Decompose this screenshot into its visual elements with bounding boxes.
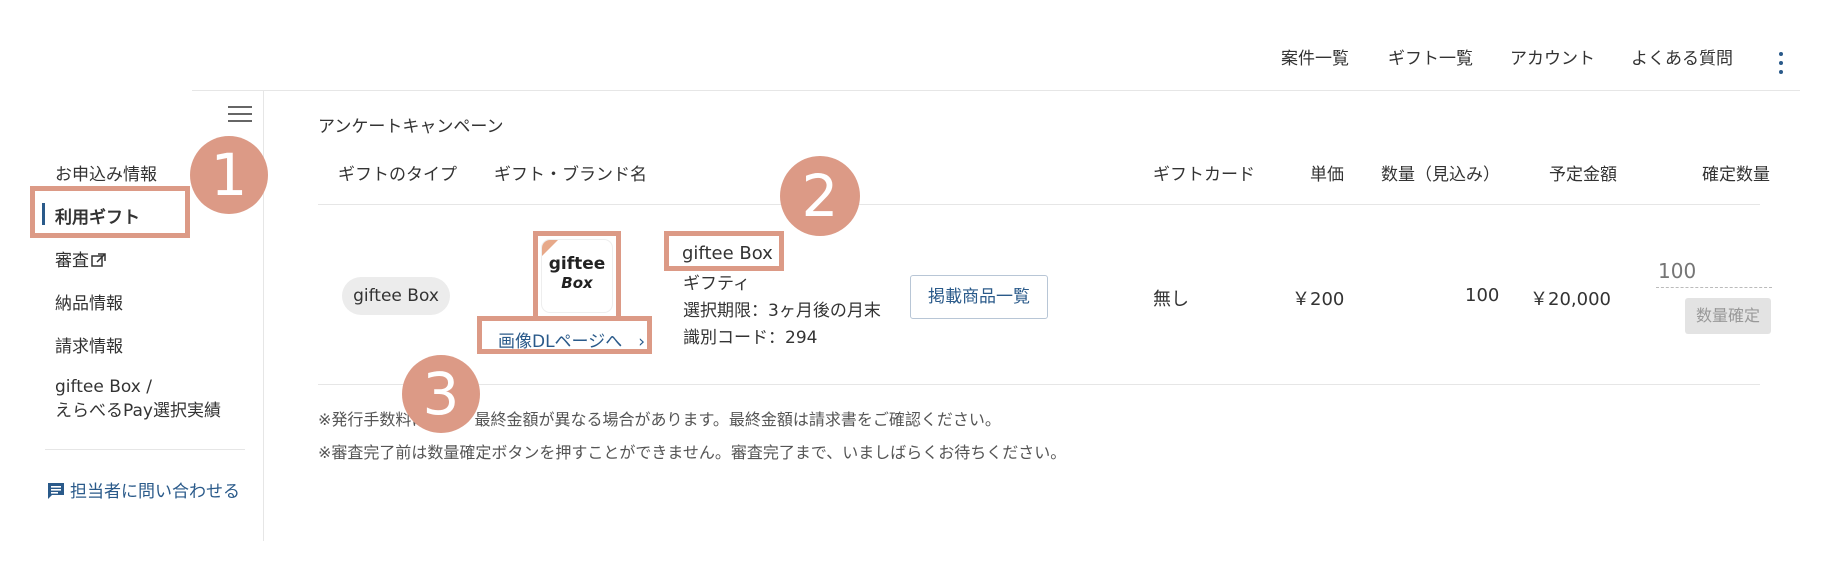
- highlight-box-brand-name: [664, 231, 784, 271]
- sidebar-item-review-label: 審査: [55, 251, 89, 271]
- row-divider-line: [318, 384, 1760, 385]
- gift-type-chip: giftee Box: [342, 277, 450, 315]
- gift-card-value: 無し: [1153, 289, 1189, 310]
- annotation-marker-1: 1: [190, 136, 268, 214]
- nav-projects[interactable]: 案件一覧: [1281, 44, 1349, 69]
- nav-gifts[interactable]: ギフト一覧: [1388, 44, 1473, 69]
- confirm-quantity-button[interactable]: 数量確定: [1685, 298, 1771, 334]
- header-brand-name: ギフト・ブランド名: [494, 165, 647, 185]
- header-divider-line: [318, 204, 1760, 205]
- annotation-marker-2: 2: [780, 156, 860, 236]
- product-list-button[interactable]: 掲載商品一覧: [910, 275, 1048, 319]
- hamburger-menu-icon[interactable]: [228, 106, 252, 124]
- header-divider: [192, 90, 1800, 91]
- sidebar-item-review[interactable]: 審査: [55, 246, 106, 271]
- campaign-title: アンケートキャンペーン: [318, 117, 504, 137]
- unit-price-value: ￥200: [1292, 289, 1345, 310]
- header-planned-amount: 予定金額: [1549, 165, 1617, 185]
- chat-icon: [48, 483, 64, 499]
- selection-period: 選択期限：3ヶ月後の月末: [683, 301, 881, 321]
- external-link-icon: [91, 253, 106, 267]
- nav-account[interactable]: アカウント: [1510, 44, 1595, 69]
- sidebar-item-billing[interactable]: 請求情報: [55, 332, 123, 357]
- quantity-value: 100: [1465, 285, 1500, 306]
- planned-amount-value: ￥20,000: [1530, 289, 1611, 310]
- header-quantity: 数量（見込み）: [1381, 165, 1500, 185]
- header-gift-card: ギフトカード: [1153, 165, 1255, 185]
- annotation-marker-3: 3: [402, 355, 480, 433]
- more-menu-icon[interactable]: [1778, 52, 1784, 74]
- header-gift-type: ギフトのタイプ: [338, 165, 457, 185]
- contact-link[interactable]: 担当者に問い合わせる: [46, 477, 240, 502]
- sidebar-item-application[interactable]: お申込み情報: [55, 160, 157, 185]
- sidebar-item-selection-line2: えらべるPay選択実績: [55, 401, 221, 421]
- highlight-box-sidebar-gifts: [30, 186, 190, 238]
- top-navigation: 案件一覧 ギフト一覧 アカウント よくある質問: [0, 44, 1846, 72]
- note-review: ※審査完了前は数量確定ボタンを押すことができません。審査完了まで、いましばらくお…: [318, 443, 1067, 462]
- header-confirmed-quantity: 確定数量: [1702, 165, 1770, 185]
- header-unit-price: 単価: [1310, 165, 1344, 185]
- sidebar-item-selection-line1: giftee Box /: [55, 377, 152, 397]
- confirmed-quantity-input[interactable]: [1656, 255, 1772, 288]
- sidebar-item-selection-results[interactable]: giftee Box / えらべるPay選択実績: [55, 375, 221, 423]
- sidebar-separator: [45, 449, 245, 450]
- highlight-box-thumbnail: [533, 231, 621, 321]
- brand-company: ギフティ: [683, 274, 750, 294]
- nav-faq[interactable]: よくある質問: [1631, 44, 1733, 69]
- highlight-box-download-link: [477, 316, 652, 354]
- contact-label: 担当者に問い合わせる: [70, 482, 240, 502]
- identifier-code: 識別コード：294: [683, 328, 818, 348]
- sidebar-item-delivery[interactable]: 納品情報: [55, 289, 123, 314]
